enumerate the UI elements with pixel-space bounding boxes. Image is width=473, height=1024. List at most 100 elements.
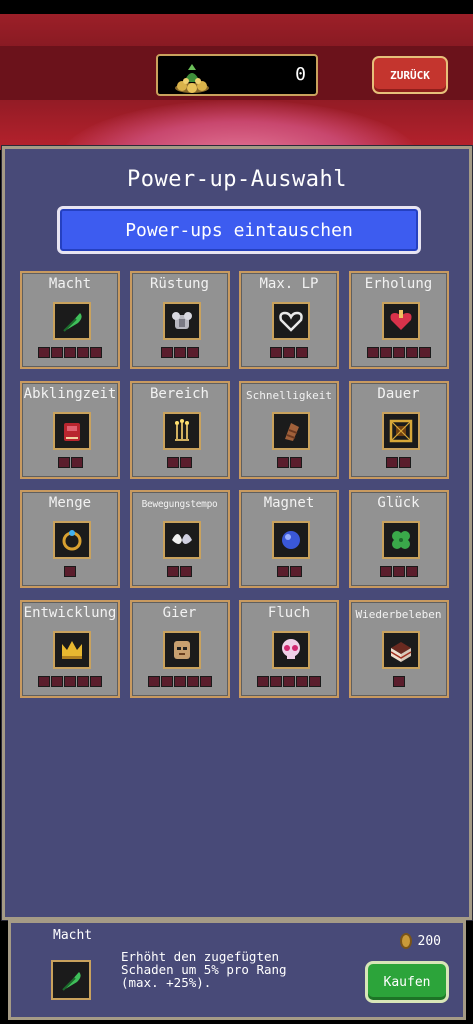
buy-button[interactable]: Kaufen bbox=[365, 961, 449, 1003]
wings-icon bbox=[162, 521, 201, 559]
powerup-name: Erholung bbox=[364, 276, 433, 292]
powerup-name: Bereich bbox=[149, 385, 209, 402]
rank-slot bbox=[270, 347, 282, 358]
selection-footer: Macht Erhöht den zugefügten Schaden um 5… bbox=[8, 920, 466, 1020]
rank-slot bbox=[276, 456, 289, 468]
rank-slot bbox=[77, 675, 89, 687]
rank-slot bbox=[38, 347, 50, 358]
rank-slot bbox=[160, 347, 173, 358]
exchange-powerups-button[interactable]: Power-ups eintauschen bbox=[57, 206, 421, 254]
powerup-card[interactable]: Wiederbeleben bbox=[348, 599, 449, 698]
powerup-card[interactable]: Dauer bbox=[348, 380, 449, 479]
powerup-card[interactable]: Bewegungstempo bbox=[129, 490, 230, 588]
rank-indicators bbox=[351, 566, 447, 577]
rank-slot bbox=[70, 456, 83, 468]
armor-icon bbox=[162, 302, 201, 340]
price-value: 200 bbox=[417, 933, 441, 949]
powerup-name: Menge bbox=[48, 495, 92, 511]
powerup-name: Schnelligkeit bbox=[245, 388, 333, 402]
rank-indicators bbox=[241, 566, 337, 577]
rank-slot bbox=[379, 347, 392, 358]
rank-slot bbox=[392, 347, 405, 358]
powerup-name: Macht bbox=[48, 276, 92, 292]
powerup-card[interactable]: Bereich bbox=[129, 380, 230, 479]
rank-slot bbox=[167, 456, 179, 468]
powerup-card[interactable]: Schnelligkeit bbox=[239, 380, 339, 479]
rank-slot bbox=[289, 566, 302, 577]
rank-slot bbox=[38, 675, 50, 687]
powerup-card[interactable]: Rüstung bbox=[129, 271, 230, 369]
powerup-name: Bewegungstempo bbox=[141, 499, 218, 510]
rank-slot bbox=[309, 675, 321, 687]
rank-slot bbox=[160, 675, 173, 687]
rank-slot bbox=[296, 347, 308, 358]
rank-slot bbox=[366, 347, 379, 358]
powerup-name: Abklingzeit bbox=[23, 385, 117, 402]
rank-slot bbox=[289, 456, 302, 468]
rank-indicators bbox=[351, 456, 447, 468]
rank-slot bbox=[392, 566, 405, 577]
red-tome-icon bbox=[53, 411, 91, 450]
rank-indicators bbox=[241, 675, 337, 687]
green-feather-icon bbox=[62, 972, 81, 991]
powerup-card[interactable]: Max. LP bbox=[239, 271, 339, 369]
rank-indicators bbox=[22, 675, 118, 687]
rank-indicators bbox=[132, 456, 228, 468]
cake-icon bbox=[381, 630, 420, 669]
rank-slot bbox=[90, 675, 102, 687]
rank-slot bbox=[51, 675, 63, 687]
powerup-card[interactable]: Glück bbox=[348, 490, 449, 588]
bracer-icon bbox=[272, 411, 310, 450]
powerup-card[interactable]: Abklingzeit bbox=[20, 380, 120, 479]
rank-slot bbox=[57, 456, 70, 468]
rank-slot bbox=[392, 675, 405, 687]
powerup-card[interactable]: Entwicklung bbox=[20, 599, 120, 698]
rank-slot bbox=[147, 675, 160, 687]
skull-icon bbox=[272, 630, 310, 669]
rank-slot bbox=[77, 347, 89, 358]
rank-slot bbox=[405, 566, 418, 577]
coin-count: 0 bbox=[295, 64, 306, 85]
rank-indicators bbox=[241, 347, 337, 358]
clover-icon bbox=[381, 521, 420, 559]
coin-bag-icon bbox=[175, 64, 209, 93]
powerup-name: Magnet bbox=[263, 495, 315, 511]
selected-powerup-icon bbox=[51, 960, 91, 1000]
powerup-card[interactable]: Menge bbox=[20, 490, 120, 588]
rank-slot bbox=[418, 347, 431, 358]
rank-slot bbox=[399, 456, 411, 468]
powerup-card[interactable]: Fluch bbox=[239, 599, 339, 698]
price-display: 200 bbox=[399, 933, 441, 949]
rank-slot bbox=[51, 347, 63, 358]
powerup-card[interactable]: Macht bbox=[20, 271, 120, 369]
coin-counter: 0 bbox=[156, 54, 318, 96]
rank-slot bbox=[276, 566, 289, 577]
rank-indicators bbox=[351, 675, 447, 687]
red-heart-icon bbox=[381, 302, 420, 340]
rank-slot bbox=[64, 347, 76, 358]
golden-frame-icon bbox=[381, 411, 420, 450]
rank-slot bbox=[186, 675, 199, 687]
rank-slot bbox=[283, 675, 295, 687]
rank-slot bbox=[180, 456, 192, 468]
rank-slot bbox=[173, 347, 186, 358]
powerup-name: Max. LP bbox=[259, 276, 319, 292]
powerup-card[interactable]: Erholung bbox=[348, 271, 449, 369]
rank-indicators bbox=[132, 675, 228, 687]
gold-coin-icon bbox=[399, 933, 412, 949]
powerup-card[interactable]: Gier bbox=[129, 599, 230, 698]
candelabra-icon bbox=[162, 411, 201, 450]
rank-slot bbox=[173, 675, 186, 687]
rank-indicators bbox=[241, 456, 337, 468]
back-button[interactable]: ZURÜCK bbox=[372, 56, 448, 94]
powerup-name: Entwicklung bbox=[23, 604, 117, 621]
powerup-card[interactable]: Magnet bbox=[239, 490, 339, 588]
rank-indicators bbox=[132, 566, 228, 577]
powerup-name: Wiederbeleben bbox=[355, 607, 442, 621]
rank-slot bbox=[270, 675, 282, 687]
rank-slot bbox=[186, 347, 199, 358]
rank-indicators bbox=[132, 347, 228, 358]
ring-icon bbox=[53, 521, 91, 559]
rank-slot bbox=[90, 347, 102, 358]
powerup-panel: Power-up-Auswahl Power-ups eintauschen M… bbox=[1, 145, 473, 921]
